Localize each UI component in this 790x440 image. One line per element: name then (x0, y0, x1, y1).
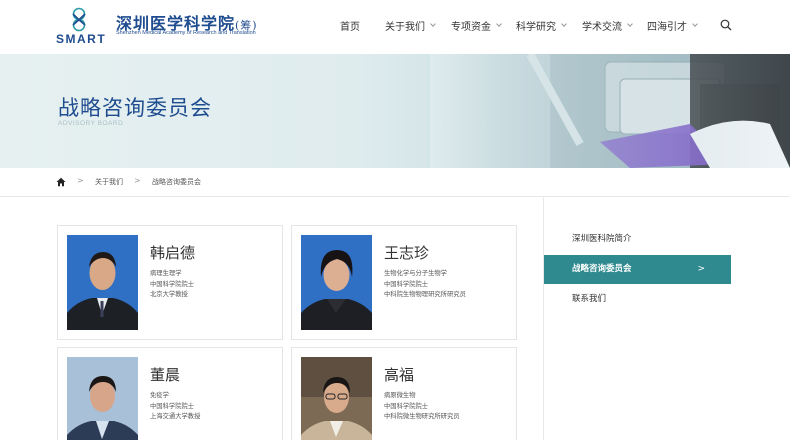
member-photo (67, 235, 138, 330)
member-title: 中国科学院院士 (150, 280, 195, 288)
member-card[interactable]: 高福 病原微生物 中国科学院院士 中科院微生物研究所研究员 (291, 347, 517, 440)
nav-about-label: 关于我们 (385, 22, 425, 33)
chevron-down-icon (430, 21, 436, 27)
chevron-down-icon (627, 21, 633, 27)
breadcrumb: > 关于我们 > 战略咨询委员会 (0, 168, 790, 197)
breadcrumb-separator: > (134, 176, 141, 185)
nav-talent-label: 四海引才 (647, 22, 687, 33)
member-photo (67, 357, 138, 440)
site-header: SMART 深圳医学科学院(筹) Shenzhen Medical Academ… (0, 0, 790, 54)
member-affiliation: 中科院微生物研究所研究员 (384, 413, 460, 420)
nav-research[interactable]: 科学研究 (516, 18, 567, 33)
logo-subtitle-en: Shenzhen Medical Academy of Research and… (116, 30, 256, 36)
chevron-down-icon (692, 21, 698, 27)
breadcrumb-about[interactable]: 关于我们 (95, 177, 123, 187)
member-photo (301, 235, 372, 330)
chevron-down-icon (496, 21, 502, 27)
member-field: 免疫学 (150, 392, 169, 399)
member-description: 免疫学 中国科学院院士 上海交通大学教授 (150, 391, 200, 423)
logo-icon[interactable] (60, 5, 98, 33)
member-affiliation: 北京大学教授 (150, 291, 188, 298)
chevron-right-icon: > (697, 264, 705, 274)
member-affiliation: 中科院生物物理研究所研究员 (384, 291, 466, 298)
page-banner: 战略咨询委员会 ADVISORY BOARD (0, 54, 790, 168)
page-title: 战略咨询委员会 (58, 96, 212, 120)
member-title: 中国科学院院士 (384, 402, 429, 410)
breadcrumb-current: 战略咨询委员会 (152, 178, 201, 186)
member-photo (301, 357, 372, 440)
sidebar-item-label: 深圳医科院简介 (572, 234, 632, 244)
member-description: 病原微生物 中国科学院院士 中科院微生物研究所研究员 (384, 391, 460, 423)
member-description: 病理生理学 中国科学院院士 北京大学教授 (150, 269, 194, 301)
chevron-down-icon (561, 21, 567, 27)
member-affiliation: 上海交通大学教授 (150, 413, 201, 420)
banner-lab-image (430, 54, 790, 168)
nav-home-label: 首页 (340, 22, 360, 33)
member-card[interactable]: 韩启德 病理生理学 中国科学院院士 北京大学教授 (57, 225, 283, 340)
member-card[interactable]: 王志珍 生物化学与分子生物学 中国科学院院士 中科院生物物理研究所研究员 (291, 225, 517, 340)
sidebar-item-advisory[interactable]: 战略咨询委员会 > (544, 255, 731, 284)
sidebar-item-intro[interactable]: 深圳医科院简介 (544, 225, 731, 254)
nav-about[interactable]: 关于我们 (385, 18, 436, 33)
member-title: 中国科学院院士 (150, 402, 195, 410)
member-card[interactable]: 董晨 免疫学 中国科学院院士 上海交通大学教授 (57, 347, 283, 440)
sidebar-item-label: 战略咨询委员会 (572, 264, 632, 274)
member-field: 生物化学与分子生物学 (384, 270, 447, 277)
breadcrumb-separator: > (77, 176, 84, 185)
member-name: 高福 (384, 366, 415, 384)
member-name: 韩启德 (150, 244, 196, 262)
member-description: 生物化学与分子生物学 中国科学院院士 中科院生物物理研究所研究员 (384, 269, 466, 301)
nav-research-label: 科学研究 (516, 22, 556, 33)
nav-talent[interactable]: 四海引才 (647, 18, 698, 33)
nav-funds-label: 专项资金 (451, 22, 491, 33)
nav-home[interactable]: 首页 (340, 18, 360, 33)
member-name: 王志珍 (384, 244, 430, 262)
sidebar-item-label: 联系我们 (572, 294, 607, 304)
member-field: 病原微生物 (384, 392, 416, 399)
member-field: 病理生理学 (150, 270, 182, 277)
page-subtitle: ADVISORY BOARD (58, 120, 124, 127)
search-icon[interactable] (720, 19, 732, 31)
nav-exchange[interactable]: 学术交流 (582, 18, 633, 33)
member-title: 中国科学院院士 (384, 280, 429, 288)
logo-smart-text: SMART (56, 32, 107, 46)
nav-funds[interactable]: 专项资金 (451, 18, 502, 33)
nav-exchange-label: 学术交流 (582, 22, 622, 33)
member-name: 董晨 (150, 366, 181, 384)
home-icon[interactable] (56, 177, 66, 187)
sidebar-item-contact[interactable]: 联系我们 (544, 285, 731, 314)
